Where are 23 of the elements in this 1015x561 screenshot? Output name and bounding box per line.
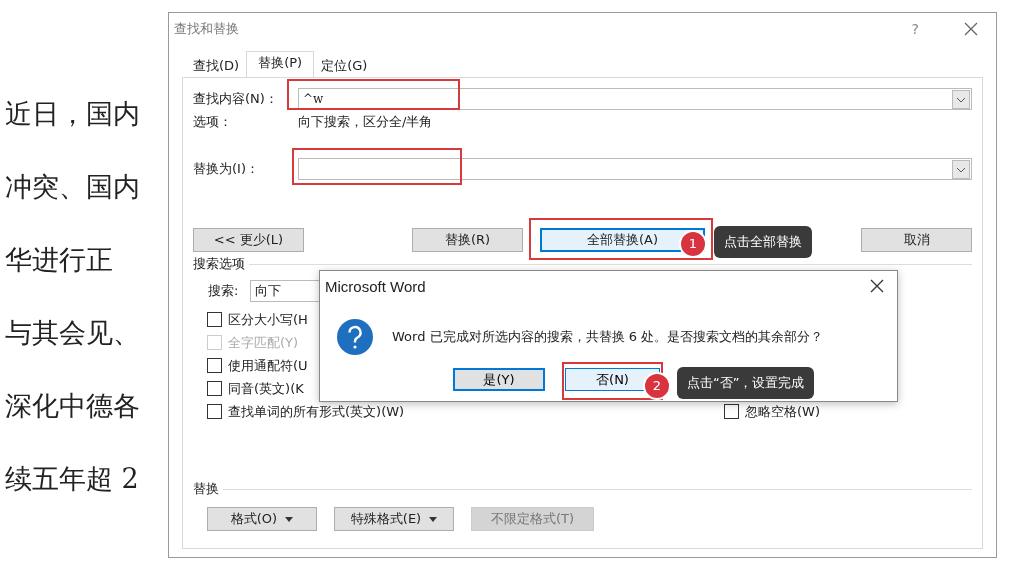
document-text: 深化中德各 [5, 389, 140, 423]
tooltip: 点击全部替换 [714, 226, 812, 258]
document-text: 与其会见、 [5, 316, 140, 350]
options-value: 向下搜索，区分全/半角 [298, 113, 433, 131]
document-text: 续五年超 2 [5, 462, 139, 496]
document-text: 近日，国内 [5, 97, 140, 131]
options-label: 选项： [193, 113, 233, 131]
search-label: 搜索: [208, 282, 239, 300]
section-heading: 替换 [193, 480, 219, 498]
document-text: 冲突、国内 [5, 170, 140, 204]
checkbox-label: 全字匹配(Y) [228, 333, 299, 352]
checkbox-label: 查找单词的所有形式(英文)(W) [228, 402, 405, 421]
window-title: 查找和替换 [174, 20, 239, 38]
document-text: 华进行正 [5, 243, 113, 277]
tooltip: 点击“否”，设置完成 [677, 367, 815, 399]
checkbox-label: 区分大小写(H [228, 310, 308, 329]
checkbox-label: 忽略空格(W) [745, 402, 820, 421]
field-label: 替换为(I)： [193, 160, 260, 178]
field-label: 查找内容(N)： [193, 90, 279, 108]
checkbox-label: 同音(英文)(K [228, 379, 304, 398]
section-heading: 搜索选项 [193, 255, 245, 273]
message-text: Word 已完成对所选内容的搜索，共替换 6 处。是否搜索文档的其余部分？ [392, 328, 824, 346]
checkbox-label: 使用通配符(U [228, 356, 308, 375]
